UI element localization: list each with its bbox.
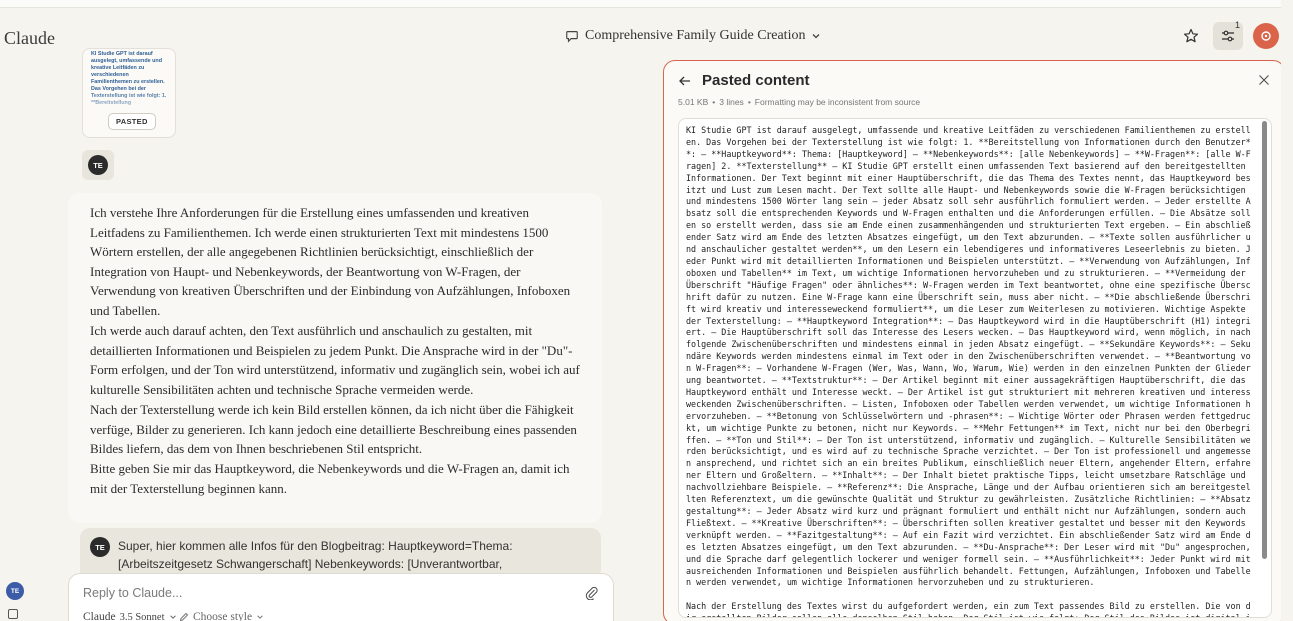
- panel-title: Pasted content: [702, 72, 810, 89]
- sliders-icon: [1222, 30, 1234, 42]
- notification-badge: 1: [1234, 20, 1240, 30]
- meta-separator: •: [712, 97, 716, 107]
- settings-sliders-button[interactable]: 1: [1213, 20, 1243, 50]
- chevron-down-icon: [169, 615, 176, 619]
- pasted-content-text: KI Studie GPT ist darauf ausgelegt, umfa…: [686, 125, 1251, 617]
- back-arrow-icon[interactable]: [678, 74, 692, 88]
- style-label: Choose style: [193, 611, 253, 621]
- sidebar-user-avatar[interactable]: TE: [6, 582, 24, 600]
- model-version: 3.5 Sonnet: [119, 611, 165, 621]
- pasted-attachment-card[interactable]: KI Studie GPT ist darauf ausgelegt, umfa…: [82, 48, 176, 138]
- pasted-content-viewer[interactable]: KI Studie GPT ist darauf ausgelegt, umfa…: [678, 118, 1272, 618]
- assistant-message: Ich verstehe Ihre Anforderungen für die …: [68, 193, 602, 523]
- assistant-paragraph-4: Bitte geben Sie mir das Hauptkeyword, di…: [90, 461, 570, 496]
- user-message-avatar: TE: [82, 150, 114, 180]
- reply-input[interactable]: Reply to Claude...: [83, 586, 182, 600]
- assistant-paragraph-1: Ich verstehe Ihre Anforderungen für die …: [90, 205, 571, 318]
- user-message-2-text: Super, hier kommen alle Infos für den Bl…: [118, 539, 513, 571]
- user-initials-avatar: TE: [88, 155, 108, 175]
- sidebar-toggle-icon[interactable]: [8, 609, 18, 619]
- brand-logo[interactable]: Claude: [4, 28, 55, 49]
- model-name: Claude: [83, 611, 116, 621]
- style-selector[interactable]: Choose style: [179, 611, 264, 621]
- pen-icon: [179, 612, 189, 621]
- close-icon[interactable]: [1258, 74, 1270, 86]
- panel-meta: 5.01 KB • 3 lines • Formatting may be in…: [678, 97, 920, 107]
- window-edge: [1281, 0, 1293, 621]
- reply-composer[interactable]: Reply to Claude... Claude 3.5 Sonnet Cho…: [68, 573, 614, 621]
- assistant-paragraph-3: Nach der Texterstellung werde ich kein B…: [90, 402, 577, 456]
- content-lines: 3 lines: [719, 97, 744, 107]
- model-selector[interactable]: Claude 3.5 Sonnet: [83, 611, 177, 621]
- star-icon: [1183, 28, 1199, 43]
- user-initials-avatar-2: TE: [90, 537, 110, 557]
- conversation-title-button[interactable]: Comprehensive Family Guide Creation: [565, 28, 821, 44]
- star-button[interactable]: [1179, 24, 1203, 48]
- window-frame: [0, 0, 1293, 8]
- conversation-title: Comprehensive Family Guide Creation: [585, 28, 806, 43]
- chevron-down-icon: [257, 615, 263, 619]
- meta-separator: •: [747, 97, 751, 107]
- chevron-down-icon: [813, 34, 820, 39]
- chat-bubble-icon: [566, 31, 578, 43]
- assistant-paragraph-2: Ich werde auch darauf achten, den Text a…: [90, 323, 580, 397]
- scrollbar[interactable]: [1262, 121, 1267, 559]
- top-header: Claude Comprehensive Family Guide Creati…: [0, 8, 1293, 62]
- pasted-content-panel: Pasted content 5.01 KB • 3 lines • Forma…: [663, 60, 1285, 621]
- content-size: 5.01 KB: [678, 97, 709, 107]
- format-note: Formatting may be inconsistent from sour…: [754, 97, 921, 107]
- avatar-icon: [1261, 31, 1271, 41]
- user-avatar[interactable]: [1253, 23, 1279, 49]
- pasted-tag: PASTED: [108, 113, 156, 130]
- paperclip-icon[interactable]: [585, 586, 599, 600]
